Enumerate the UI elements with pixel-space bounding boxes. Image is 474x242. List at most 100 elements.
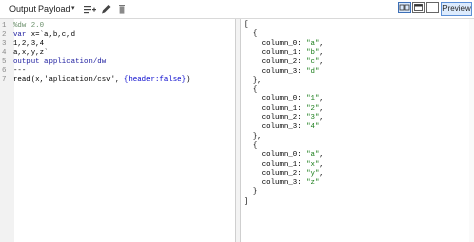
output-token: "2" (306, 104, 320, 113)
code-line[interactable]: 4 a,x,y,z` (0, 49, 48, 58)
line-number: 4 (2, 49, 7, 57)
output-token: "d" (306, 67, 320, 76)
output-line: column_1: "2", (244, 105, 324, 113)
output-token: column_1: (244, 48, 307, 57)
output-preview: [ { column_0: "a", column_1: "b", column… (241, 19, 474, 242)
output-line: [ (244, 21, 248, 29)
output-line: column_2: "y", (244, 170, 324, 178)
output-token: "4" (306, 123, 320, 132)
code-line[interactable]: 7 read(x,'aplication/csv', {header:false}… (0, 76, 190, 85)
output-token: { (244, 86, 258, 95)
chevron-down-icon[interactable]: ▾ (71, 4, 75, 12)
output-line: }, (244, 133, 262, 141)
output-token: "x" (306, 160, 320, 169)
code-line[interactable]: 1 %dw 2.0 (0, 22, 44, 31)
output-token: column_1: (244, 104, 307, 113)
output-token: , (319, 104, 324, 113)
output-token: "y" (306, 169, 320, 178)
code-line[interactable]: 6 --- (0, 67, 26, 76)
output-token: { (244, 30, 258, 39)
output-token: ] (244, 197, 249, 206)
code-token: 'aplication/csv' (44, 76, 116, 84)
payload-dropdown[interactable]: Payload (38, 4, 71, 14)
line-number: 1 (2, 22, 7, 30)
code-line[interactable]: 2 var x=`a,b,c,d (0, 31, 75, 40)
output-line: ] (244, 198, 248, 206)
output-token: "c" (306, 58, 320, 67)
output-line: { (244, 86, 257, 94)
code-token: a,x,y,z` (13, 49, 49, 57)
code-token: 1,2,3,4 (13, 40, 45, 48)
output-token: } (244, 188, 258, 197)
output-line: column_0: "a", (244, 40, 324, 48)
split-view-icon[interactable] (398, 2, 411, 13)
output-line: column_3: "d" (244, 67, 320, 76)
output-token: "a" (306, 151, 320, 160)
line-number: 3 (2, 40, 7, 48)
output-scrollbar[interactable] (469, 19, 474, 242)
output-token: "1" (306, 95, 320, 104)
output-token: column_3: (244, 123, 307, 132)
line-number: 6 (2, 67, 7, 75)
output-token: column_0: (244, 151, 307, 160)
output-token: , (319, 151, 324, 160)
output-token: , (319, 48, 324, 57)
output-token: column_2: (244, 169, 307, 178)
output-token: column_1: (244, 160, 307, 169)
script-editor[interactable]: 1 %dw 2.0 2 var x=`a,b,c,d 3 1,2,3,4 4 a,x,y,z`… (0, 19, 236, 242)
output-token: { (244, 141, 258, 150)
output-token: "a" (306, 39, 320, 48)
output-token: }, (244, 76, 262, 85)
output-line: }, (244, 77, 262, 85)
output-line: column_3: "4" (244, 123, 320, 132)
output-token: [ (244, 21, 249, 29)
toolbar: Output Payload ▾ Preview (0, 0, 474, 19)
line-number: 5 (2, 58, 7, 66)
output-line: column_3: "z" (244, 179, 320, 188)
output-line: column_0: "1", (244, 95, 324, 103)
preview-button[interactable]: Preview (441, 2, 472, 16)
output-line: column_2: "3", (244, 114, 324, 122)
code-token: x=`a,b,c,d (30, 31, 76, 39)
code-token: {header:false} (123, 76, 186, 84)
code-token: %dw 2.0 (13, 22, 45, 30)
output-token: column_0: (244, 39, 307, 48)
output-token: column_2: (244, 58, 307, 67)
output-line: column_1: "b", (244, 49, 324, 57)
line-number: 2 (2, 31, 7, 39)
add-list-icon[interactable] (83, 3, 96, 15)
single-view-icon[interactable] (412, 2, 425, 13)
output-token: "3" (306, 114, 320, 122)
code-token: --- (13, 67, 27, 75)
trash-icon[interactable] (116, 3, 129, 15)
output-line: column_1: "x", (244, 161, 324, 169)
output-label: Output (9, 4, 37, 14)
code-token: read (13, 76, 31, 84)
output-token: , (319, 169, 324, 178)
output-line: { (244, 30, 257, 38)
output-token: }, (244, 132, 262, 141)
code-token: var (13, 31, 31, 39)
output-line: column_2: "c", (244, 58, 324, 66)
code-token: , (115, 76, 124, 84)
output-token: column_3: (244, 179, 307, 188)
output-line: { (244, 142, 257, 150)
code-token: (x, (30, 76, 45, 84)
code-line[interactable]: 3 1,2,3,4 (0, 40, 44, 49)
output-line: column_0: "a", (244, 151, 324, 159)
output-token: , (319, 39, 324, 48)
code-line[interactable]: 5 output application/dw (0, 58, 106, 67)
blank-view-icon[interactable] (426, 2, 439, 13)
output-token: column_3: (244, 67, 307, 76)
output-token: , (319, 95, 324, 104)
output-token: "z" (306, 179, 320, 188)
output-token: , (319, 58, 324, 67)
output-token: column_0: (244, 95, 307, 104)
output-token: , (319, 160, 324, 169)
pencil-icon[interactable] (100, 3, 113, 15)
output-token: , (319, 114, 324, 122)
output-token: "b" (306, 48, 320, 57)
code-token: output application/dw (13, 58, 107, 66)
output-line: } (244, 188, 257, 196)
output-token: column_2: (244, 114, 307, 122)
